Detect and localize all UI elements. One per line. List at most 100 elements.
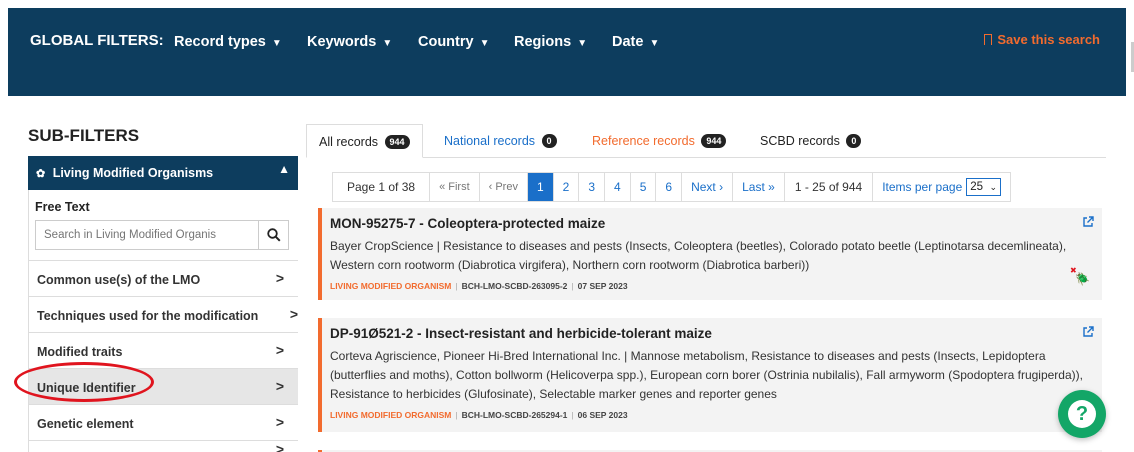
record-type: LIVING MODIFIED ORGANISM (330, 281, 452, 291)
tab-label: All records (319, 135, 379, 149)
free-text-search (35, 220, 289, 250)
collapse-arrow-icon: ▲ (278, 162, 290, 176)
record-type: LIVING MODIFIED ORGANISM (330, 410, 452, 420)
tab-label: SCBD records (760, 134, 840, 148)
page-link-6[interactable]: 6 (656, 173, 683, 201)
caret-down-icon: ▼ (382, 38, 393, 49)
record-title[interactable]: MON-95275-7 - Coleoptera-protected maize (330, 216, 1092, 231)
chevron-right-icon: > (275, 441, 284, 452)
meta-separator: | (571, 410, 574, 420)
sidebar-item-label: Techniques used for the modification (37, 309, 259, 323)
external-link-icon[interactable] (1082, 216, 1094, 228)
tab-all-records[interactable]: All records 944 (306, 124, 423, 158)
filter-regions[interactable]: Regions ▼ (514, 34, 587, 50)
page-link-2[interactable]: 2 (554, 173, 580, 201)
filter-label: Country (418, 34, 474, 50)
count-badge: 0 (846, 134, 862, 148)
sidebar-item-label: Unique Identifier (37, 381, 136, 395)
items-per-page-label: Items per page (882, 180, 963, 194)
free-text-label: Free Text (35, 200, 90, 214)
chevron-down-icon: ⌄ (989, 181, 997, 192)
tab-scbd-records[interactable]: SCBD records 0 (748, 124, 873, 158)
record-tabs: All records 944 National records 0 Refer… (306, 124, 1106, 158)
global-filters-label: GLOBAL FILTERS: (30, 32, 164, 49)
sidebar-item-genetic-element[interactable]: Genetic element > (29, 404, 298, 440)
sidebar-item-label: Genetic element (37, 417, 134, 431)
record-title[interactable]: DP-91Ø521-2 - Insect-resistant and herbi… (330, 326, 1092, 341)
items-per-page-select[interactable]: 25 ⌄ (966, 178, 1001, 196)
record-date: 06 SEP 2023 (577, 410, 628, 420)
filter-date[interactable]: Date ▼ (612, 34, 659, 50)
record-description: Bayer CropScience | Resistance to diseas… (330, 239, 1067, 272)
sidebar-item-label: Common use(s) of the LMO (37, 273, 201, 287)
tab-label: National records (444, 134, 536, 148)
tab-reference-records[interactable]: Reference records 944 (580, 124, 738, 158)
sub-filters-sidebar: SUB-FILTERS ✿ Living Modified Organisms … (28, 120, 298, 452)
external-link-icon[interactable] (1082, 326, 1094, 338)
caret-down-icon: ▼ (577, 38, 588, 49)
global-filters-bar: GLOBAL FILTERS: Record types ▼ Keywords ▼ … (8, 8, 1126, 96)
pagination: Page 1 of 38 « First ‹ Prev 1 2 3 4 5 6 … (332, 172, 1011, 202)
record-item[interactable]: MON-95275-7 - Coleoptera-protected maize… (318, 208, 1102, 300)
items-per-page: Items per page 25 ⌄ (873, 173, 1010, 201)
remove-x-icon: ✖ (1070, 266, 1077, 275)
save-search-button[interactable]: Save this search (984, 32, 1100, 47)
record-id: BCH-LMO-SCBD-265294-1 (461, 410, 568, 420)
filter-keywords[interactable]: Keywords ▼ (307, 34, 392, 50)
help-button[interactable]: ? (1058, 390, 1106, 438)
meta-separator: | (455, 281, 458, 291)
chevron-right-icon: > (289, 306, 298, 322)
page-link-3[interactable]: 3 (579, 173, 606, 201)
lmo-section-title: Living Modified Organisms (52, 166, 214, 180)
caret-down-icon: ▼ (271, 38, 282, 49)
page-link-4[interactable]: 4 (605, 173, 631, 201)
sidebar-item-next[interactable]: > (29, 440, 298, 452)
chevron-right-icon: > (275, 378, 284, 394)
count-badge: 944 (384, 135, 410, 149)
caret-down-icon: ▼ (479, 38, 490, 49)
meta-separator: | (455, 410, 458, 420)
caret-down-icon: ▼ (649, 38, 660, 49)
chevron-right-icon: > (275, 414, 284, 430)
lmo-filter-panel: Free Text Common use(s) of the LMO > Tech… (28, 190, 298, 452)
count-badge: 0 (541, 134, 557, 148)
save-search-label: Save this search (997, 32, 1100, 47)
first-page-link[interactable]: « First (430, 173, 480, 201)
sidebar-title: SUB-FILTERS (28, 126, 140, 145)
record-description: Corteva Agriscience, Pioneer Hi-Bred Int… (330, 349, 1083, 401)
pest-icon: ✖ 🪲 (1070, 266, 1090, 286)
filter-label: Date (612, 34, 644, 50)
filter-label: Regions (514, 34, 572, 50)
items-per-page-value: 25 (970, 181, 984, 193)
filter-label: Record types (174, 34, 266, 50)
chevron-right-icon: > (275, 270, 284, 286)
meta-separator: | (571, 281, 574, 291)
question-icon: ? (1068, 400, 1096, 428)
filter-record-types[interactable]: Record types ▼ (174, 34, 282, 50)
record-date: 07 SEP 2023 (577, 281, 628, 291)
filter-label: Keywords (307, 34, 377, 50)
gear-icon: ✿ (36, 168, 46, 180)
bookmark-icon (984, 34, 993, 45)
search-button[interactable] (258, 221, 288, 249)
search-icon (266, 228, 281, 242)
page-link-1[interactable]: 1 (527, 173, 554, 201)
tab-national-records[interactable]: National records 0 (432, 124, 569, 158)
free-text-input[interactable] (36, 221, 258, 249)
next-page-link[interactable]: Next › (682, 173, 734, 201)
sidebar-item-modified-traits[interactable]: Modified traits > (29, 332, 298, 368)
page-link-5[interactable]: 5 (631, 173, 657, 201)
filter-country[interactable]: Country ▼ (418, 34, 490, 50)
record-id: BCH-LMO-SCBD-263095-2 (461, 281, 568, 291)
record-meta: LIVING MODIFIED ORGANISM | BCH-LMO-SCBD-26… (330, 410, 1092, 420)
sidebar-item-unique-identifier[interactable]: Unique Identifier > (29, 368, 298, 404)
results-area: All records 944 National records 0 Refer… (306, 124, 1106, 452)
prev-page-link[interactable]: ‹ Prev (480, 173, 528, 201)
lmo-section-header[interactable]: ✿ Living Modified Organisms ▲ (28, 156, 298, 190)
last-page-link[interactable]: Last » (733, 173, 785, 201)
record-item[interactable]: DP-91Ø521-2 - Insect-resistant and herbi… (318, 318, 1102, 432)
sidebar-item-common-uses[interactable]: Common use(s) of the LMO > (29, 260, 298, 296)
tab-label: Reference records (592, 134, 695, 148)
record-meta: LIVING MODIFIED ORGANISM | BCH-LMO-SCBD-26… (330, 281, 1092, 291)
sidebar-item-techniques[interactable]: Techniques used for the modification > (29, 296, 298, 332)
